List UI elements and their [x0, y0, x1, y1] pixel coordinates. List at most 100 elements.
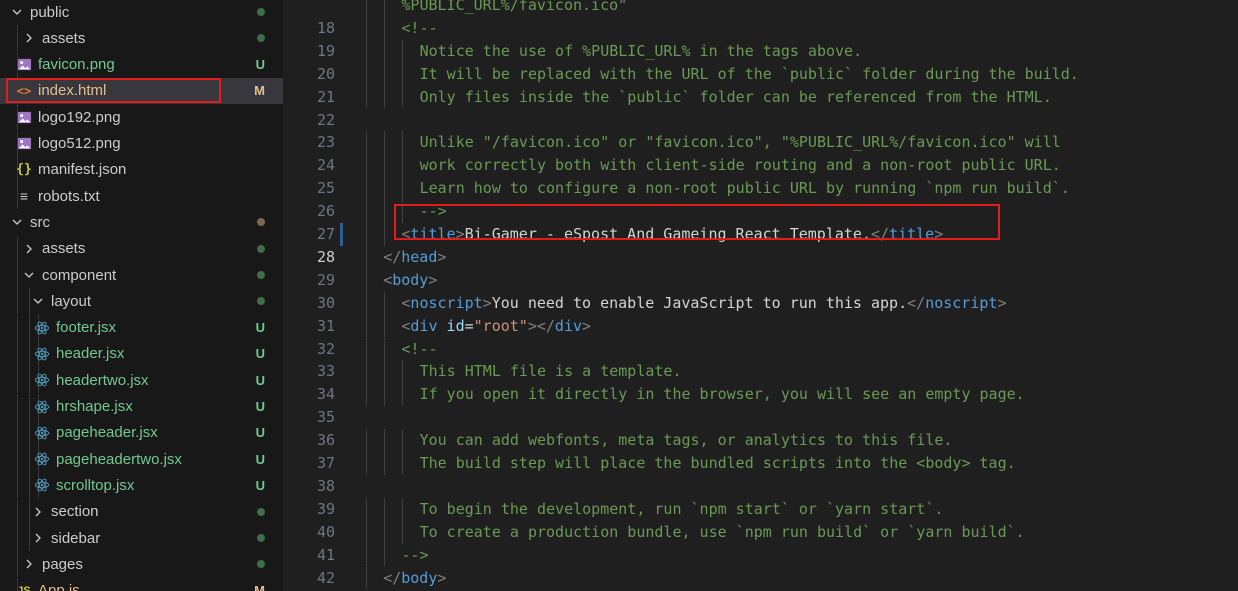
line-number: 29 [316, 270, 335, 289]
file-item-logo192-png[interactable]: logo192.png [0, 104, 283, 131]
code-line[interactable]: --> [401, 544, 428, 567]
file-item-pageheadertwo-jsx[interactable]: pageheadertwo.jsx U [0, 446, 283, 473]
code-line[interactable]: <!-- [401, 338, 437, 361]
chevron-down-icon[interactable] [10, 5, 24, 19]
tree-item-label: favicon.png [38, 56, 115, 74]
indent-guide [366, 62, 367, 86]
file-item-manifest-json[interactable]: {} manifest.json [0, 156, 283, 183]
chevron-down-icon[interactable] [22, 268, 36, 282]
code-line[interactable]: %PUBLIC_URL%/favicon.ico" [401, 0, 627, 17]
folder-item-layout[interactable]: layout [0, 288, 283, 315]
chevron-right-icon[interactable] [31, 531, 45, 545]
code-line[interactable]: To begin the development, run `npm start… [420, 498, 944, 521]
indent-guide [384, 39, 386, 63]
react-file-icon [34, 372, 50, 388]
folder-item-component[interactable]: component [0, 262, 283, 288]
code-line[interactable]: </body> [383, 567, 446, 590]
file-item-robots-txt[interactable]: ≡ robots.txt [0, 183, 283, 210]
file-item-favicon-png[interactable]: favicon.png U [0, 51, 283, 78]
code-line[interactable]: The build step will place the bundled sc… [420, 452, 1016, 475]
indent-guide [402, 62, 404, 86]
image-file-icon [16, 136, 32, 152]
indent-guide [402, 154, 404, 178]
file-item-logo512-png[interactable]: logo512.png [0, 130, 283, 157]
chevron-down-icon[interactable] [31, 294, 45, 308]
line-number: 21 [316, 87, 335, 106]
code-line[interactable]: </head> [383, 246, 446, 269]
tree-item-label: component [42, 266, 117, 284]
folder-item-sidebar[interactable]: sidebar [0, 525, 283, 551]
react-file-icon [34, 451, 50, 467]
file-item-footer-jsx[interactable]: footer.jsx U [0, 314, 283, 341]
indent-guide [17, 393, 18, 420]
indent-guide [29, 340, 30, 367]
code-token: To begin the development, run `npm start… [419, 499, 944, 518]
code-token: ></ [527, 316, 555, 335]
line-number: 27 [316, 225, 335, 243]
indent-guide [366, 268, 367, 292]
indent-guide [366, 429, 367, 452]
chevron-right-icon[interactable] [22, 557, 36, 571]
chevron-right-icon[interactable] [31, 505, 45, 519]
line-number: 19 [316, 41, 335, 60]
code-line[interactable]: Learn how to configure a non-root public… [420, 177, 1070, 200]
react-file-icon [34, 477, 50, 493]
indent-guide [29, 419, 30, 446]
folder-item-assets[interactable]: assets [0, 25, 283, 52]
file-item-hrshape-jsx[interactable]: hrshape.jsx U [0, 393, 283, 420]
code-token: The build step will place the bundled sc… [419, 454, 1016, 472]
code-line[interactable]: --> [420, 200, 447, 223]
line-number: 22 [316, 110, 335, 129]
chevron-down-icon[interactable] [10, 215, 24, 229]
indent-guide [366, 520, 367, 544]
code-token: > [482, 293, 492, 312]
indent-guide [366, 543, 367, 567]
code-editor[interactable]: %PUBLIC_URL%/favicon.ico" 18 <!-- 19 Notice … [283, 0, 1238, 591]
file-item-index-html[interactable]: <> index.html M [0, 77, 283, 104]
file-item-pageheader-jsx[interactable]: pageheader.jsx U [0, 419, 283, 446]
file-item-scrolltop-jsx[interactable]: scrolltop.jsx U [0, 472, 283, 499]
file-item-header-jsx[interactable]: header.jsx U [0, 340, 283, 367]
line-number: 20 [316, 64, 335, 83]
file-explorer: public assets favicon.png U <> index.html Mlog… [0, 0, 283, 591]
git-status-badge: M [254, 583, 265, 591]
code-line[interactable]: <title>Bi-Gamer - eSpost And Gameing Rea… [401, 223, 943, 246]
line-number: 26 [316, 202, 335, 221]
indent-guide [366, 200, 367, 223]
code-line[interactable]: work correctly both with client-side rou… [420, 154, 1061, 177]
chevron-right-icon[interactable] [22, 31, 36, 45]
code-token: "root" [473, 316, 528, 335]
tree-item-label: logo192.png [38, 108, 121, 126]
code-line[interactable]: <noscript>You need to enable JavaScript … [401, 292, 1006, 315]
indent-guide [29, 446, 30, 473]
code-line[interactable]: This HTML file is a template. [420, 360, 682, 383]
indent-guide [29, 288, 30, 315]
chevron-right-icon[interactable] [22, 242, 36, 256]
code-line[interactable]: If you open it directly in the browser, … [420, 383, 1025, 406]
code-token: Bi-Gamer - eSpost And Gameing React Temp… [464, 225, 871, 243]
folder-item-section[interactable]: section [0, 498, 283, 525]
git-status-dot [257, 262, 265, 288]
code-line[interactable]: Notice the use of %PUBLIC_URL% in the ta… [420, 40, 863, 63]
code-line[interactable]: To create a production bundle, use `npm … [420, 521, 1025, 544]
file-item-headertwo-jsx[interactable]: headertwo.jsx U [0, 367, 283, 394]
folder-item-src[interactable]: src [0, 209, 283, 235]
folder-item-assets[interactable]: assets [0, 235, 283, 262]
code-line[interactable]: Only files inside the `public` folder ca… [420, 86, 1052, 109]
code-line[interactable]: <!-- [401, 17, 437, 40]
indent-guide [29, 525, 30, 551]
code-line[interactable]: You can add webfonts, meta tags, or anal… [420, 429, 953, 452]
file-item-App-js[interactable]: JS App.js M [0, 577, 283, 591]
indent-guide [384, 383, 386, 407]
code-line[interactable]: It will be replaced with the URL of the … [420, 63, 1079, 86]
code-line[interactable]: <div id="root"></div> [401, 315, 591, 338]
code-line[interactable]: <body> [383, 269, 437, 292]
line-number: 41 [316, 545, 335, 564]
folder-item-public[interactable]: public [0, 0, 283, 25]
code-token: < [383, 270, 393, 289]
code-token: </ [871, 225, 890, 243]
git-status-dot [257, 25, 265, 51]
code-line[interactable]: Unlike "/favicon.ico" or "favicon.ico", … [420, 131, 1061, 154]
folder-item-pages[interactable]: pages [0, 551, 283, 578]
indent-guide [29, 498, 30, 525]
